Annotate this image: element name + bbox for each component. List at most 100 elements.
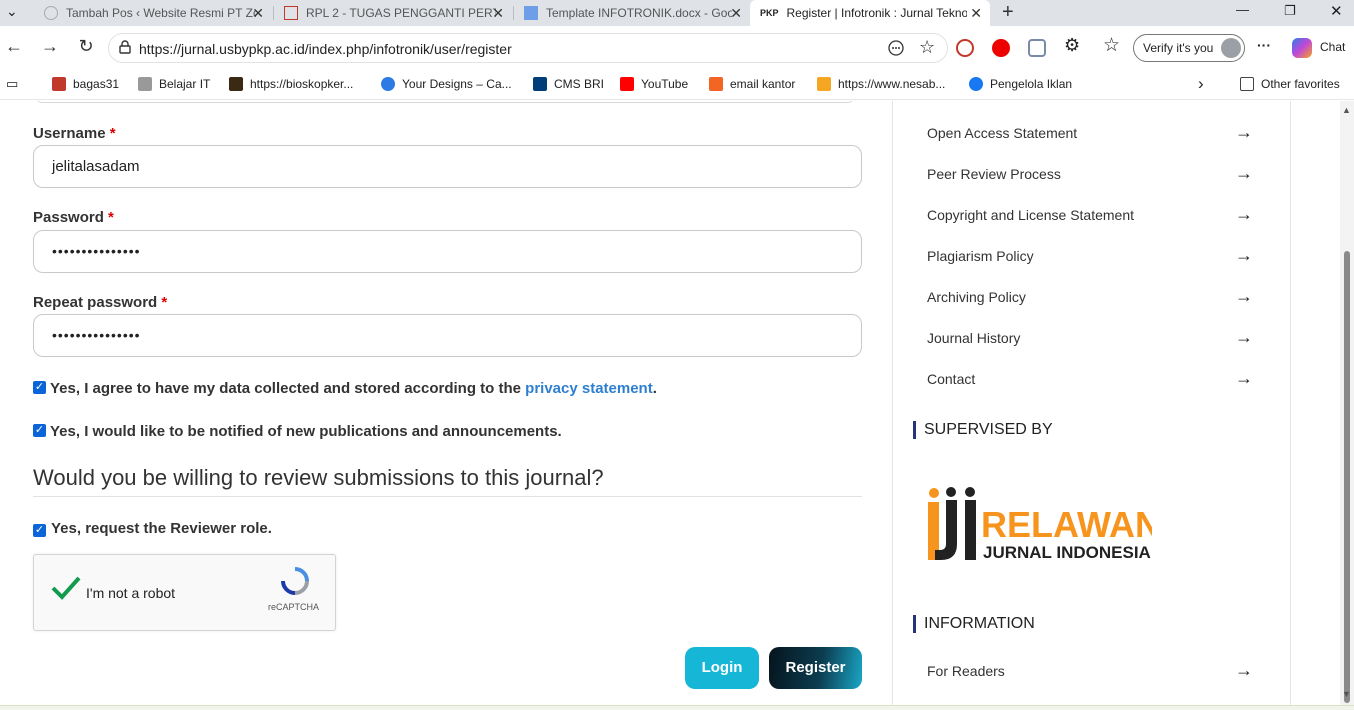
opera-extension-icon[interactable] [992, 39, 1010, 57]
sidebar-link-copyright[interactable]: Copyright and License Statement → [927, 204, 1257, 224]
facebook-icon [969, 77, 983, 91]
bookmark-email-kantor[interactable]: email kantor [709, 77, 795, 91]
more-menu-icon[interactable]: ··· [1257, 37, 1271, 53]
privacy-consent-suffix: . [652, 380, 657, 397]
scrollbar-thumb[interactable] [1344, 251, 1350, 703]
bookmark-belajar-it[interactable]: Belajar IT [138, 77, 210, 91]
required-marker: * [108, 209, 114, 226]
information-heading: INFORMATION [913, 615, 1035, 633]
sidebar-link-label: Journal History [927, 330, 1021, 346]
google-docs-favicon-icon [524, 6, 538, 20]
register-button[interactable]: Register [769, 647, 862, 689]
bookmark-youtube[interactable]: YouTube [620, 77, 688, 91]
bookmark-nesab[interactable]: https://www.nesab... [817, 77, 945, 91]
tab-rpl2[interactable]: RPL 2 - TUGAS PENGGANTI PERTE ✕ [274, 0, 512, 26]
tab-title: Register | Infotronik : Jurnal Teknol [786, 6, 967, 20]
tab-template-infotronik[interactable]: Template INFOTRONIK.docx - Goo ✕ [514, 0, 750, 26]
sidebar-divider [1290, 101, 1291, 705]
sidebar-link-contact[interactable]: Contact → [927, 368, 1257, 388]
arrow-right-icon: → [1235, 204, 1253, 224]
bookmark-icon [533, 77, 547, 91]
shield-extension-icon[interactable] [1028, 39, 1046, 57]
sidebar-link-for-readers[interactable]: For Readers → [927, 660, 1257, 680]
bookmark-cms-bri[interactable]: CMS BRI [533, 77, 604, 91]
address-bar[interactable]: https://jurnal.usbypkp.ac.id/index.php/i… [108, 33, 948, 63]
tab-title: RPL 2 - TUGAS PENGGANTI PERTE [306, 6, 496, 20]
bookmark-icon [817, 77, 831, 91]
scroll-up-icon[interactable]: ▲ [1342, 105, 1351, 115]
sidebar-link-label: Contact [927, 371, 976, 387]
other-favorites[interactable]: Other favorites [1240, 77, 1340, 91]
arrow-right-icon: → [1235, 163, 1253, 183]
url-text[interactable]: https://jurnal.usbypkp.ac.id/index.php/i… [139, 41, 512, 57]
tab-close-icon[interactable]: ✕ [252, 5, 264, 22]
privacy-statement-link[interactable]: privacy statement [525, 380, 653, 397]
reading-mode-icon[interactable] [887, 39, 905, 62]
favorites-icon[interactable]: ☆ [1103, 34, 1120, 57]
favorite-star-icon[interactable]: ☆ [919, 37, 935, 58]
bookmark-canva[interactable]: Your Designs – Ca... [381, 77, 512, 91]
reload-icon[interactable]: ↻ [74, 36, 98, 57]
window-close-button[interactable]: ✕ [1330, 2, 1343, 20]
username-input[interactable]: jelitalasadam [33, 145, 862, 188]
bookmark-icon [381, 77, 395, 91]
sidebar-link-label: Archiving Policy [927, 289, 1026, 305]
profile-avatar [1221, 38, 1241, 58]
collections-icon[interactable]: ▭ [6, 76, 18, 92]
required-marker: * [161, 294, 168, 311]
minimize-button[interactable]: — [1236, 2, 1249, 17]
sidebar-link-journal-history[interactable]: Journal History → [927, 327, 1257, 347]
tab-register-infotronik[interactable]: PKP Register | Infotronik : Jurnal Tekno… [750, 0, 990, 26]
bookmarks-overflow-icon[interactable]: › [1198, 74, 1204, 94]
page-content: Username * jelitalasadam Password * ••••… [0, 101, 1340, 705]
login-button[interactable]: Login [685, 647, 759, 689]
recaptcha-logo-icon [279, 565, 311, 602]
bookmark-bagas31[interactable]: bagas31 [52, 77, 119, 91]
previous-field-edge [33, 101, 857, 103]
sidebar-link-plagiarism[interactable]: Plagiarism Policy → [927, 245, 1257, 265]
sidebar-link-archiving[interactable]: Archiving Policy → [927, 286, 1257, 306]
tab-close-icon[interactable]: ✕ [730, 5, 742, 22]
extension-icon[interactable] [956, 39, 974, 57]
tab-tambah-pos[interactable]: Tambah Pos ‹ Website Resmi PT Zo ✕ [34, 0, 272, 26]
bookmark-pengelola-iklan[interactable]: Pengelola Iklan [969, 77, 1072, 91]
repeat-password-label-text: Repeat password [33, 294, 158, 311]
arrow-right-icon: → [1235, 368, 1253, 388]
arrow-right-icon: → [1235, 286, 1253, 306]
scroll-down-icon[interactable]: ▼ [1342, 689, 1351, 699]
site-info-icon[interactable] [117, 39, 133, 60]
back-arrow-icon[interactable]: ← [2, 36, 26, 57]
password-label-text: Password [33, 209, 104, 226]
profile-verify-button[interactable]: Verify it's you [1133, 34, 1245, 62]
status-strip [0, 705, 1354, 710]
extensions-puzzle-icon[interactable]: ⚙ [1064, 35, 1080, 56]
new-tab-button[interactable]: + [1002, 1, 1014, 24]
tab-close-icon[interactable]: ✕ [492, 5, 504, 22]
recaptcha-widget[interactable]: I'm not a robot reCAPTCHA [33, 554, 336, 631]
copilot-icon[interactable] [1292, 38, 1312, 58]
relawan-jurnal-indonesia-logo[interactable]: RELAWAN JURNAL INDONESIA [927, 486, 1161, 564]
reviewer-role-checkbox[interactable]: ✓ [33, 524, 46, 537]
restore-button[interactable]: ❐ [1284, 3, 1296, 19]
tab-strip: ⌄ Tambah Pos ‹ Website Resmi PT Zo ✕ RPL… [0, 0, 1354, 26]
forward-arrow-icon[interactable]: → [38, 36, 62, 57]
chat-label[interactable]: Chat [1320, 40, 1345, 54]
password-input[interactable]: ••••••••••••••• [33, 230, 862, 273]
notify-consent-checkbox[interactable]: ✓ [33, 424, 46, 437]
recaptcha-label: I'm not a robot [86, 585, 176, 601]
tab-close-icon[interactable]: ✕ [970, 5, 982, 22]
repeat-password-input[interactable]: ••••••••••••••• [33, 314, 862, 357]
privacy-consent-label: Yes, I agree to have my data collected a… [50, 380, 521, 397]
sidebar-link-peer-review[interactable]: Peer Review Process → [927, 163, 1257, 183]
bookmark-icon [229, 77, 243, 91]
privacy-consent-checkbox[interactable]: ✓ [33, 381, 46, 394]
checkmark-icon[interactable] [50, 575, 82, 606]
logo-text-jurnal-indonesia: JURNAL INDONESIA [983, 543, 1151, 562]
bookmark-bioskopker[interactable]: https://bioskopker... [229, 77, 353, 91]
bookmark-label: bagas31 [73, 77, 120, 91]
tab-menu-icon[interactable]: ⌄ [6, 3, 18, 20]
page-scrollbar[interactable]: ▲ ▼ [1340, 101, 1354, 705]
bookmark-icon [709, 77, 723, 91]
password-label: Password * [33, 209, 114, 226]
sidebar-link-open-access[interactable]: Open Access Statement → [927, 122, 1257, 142]
